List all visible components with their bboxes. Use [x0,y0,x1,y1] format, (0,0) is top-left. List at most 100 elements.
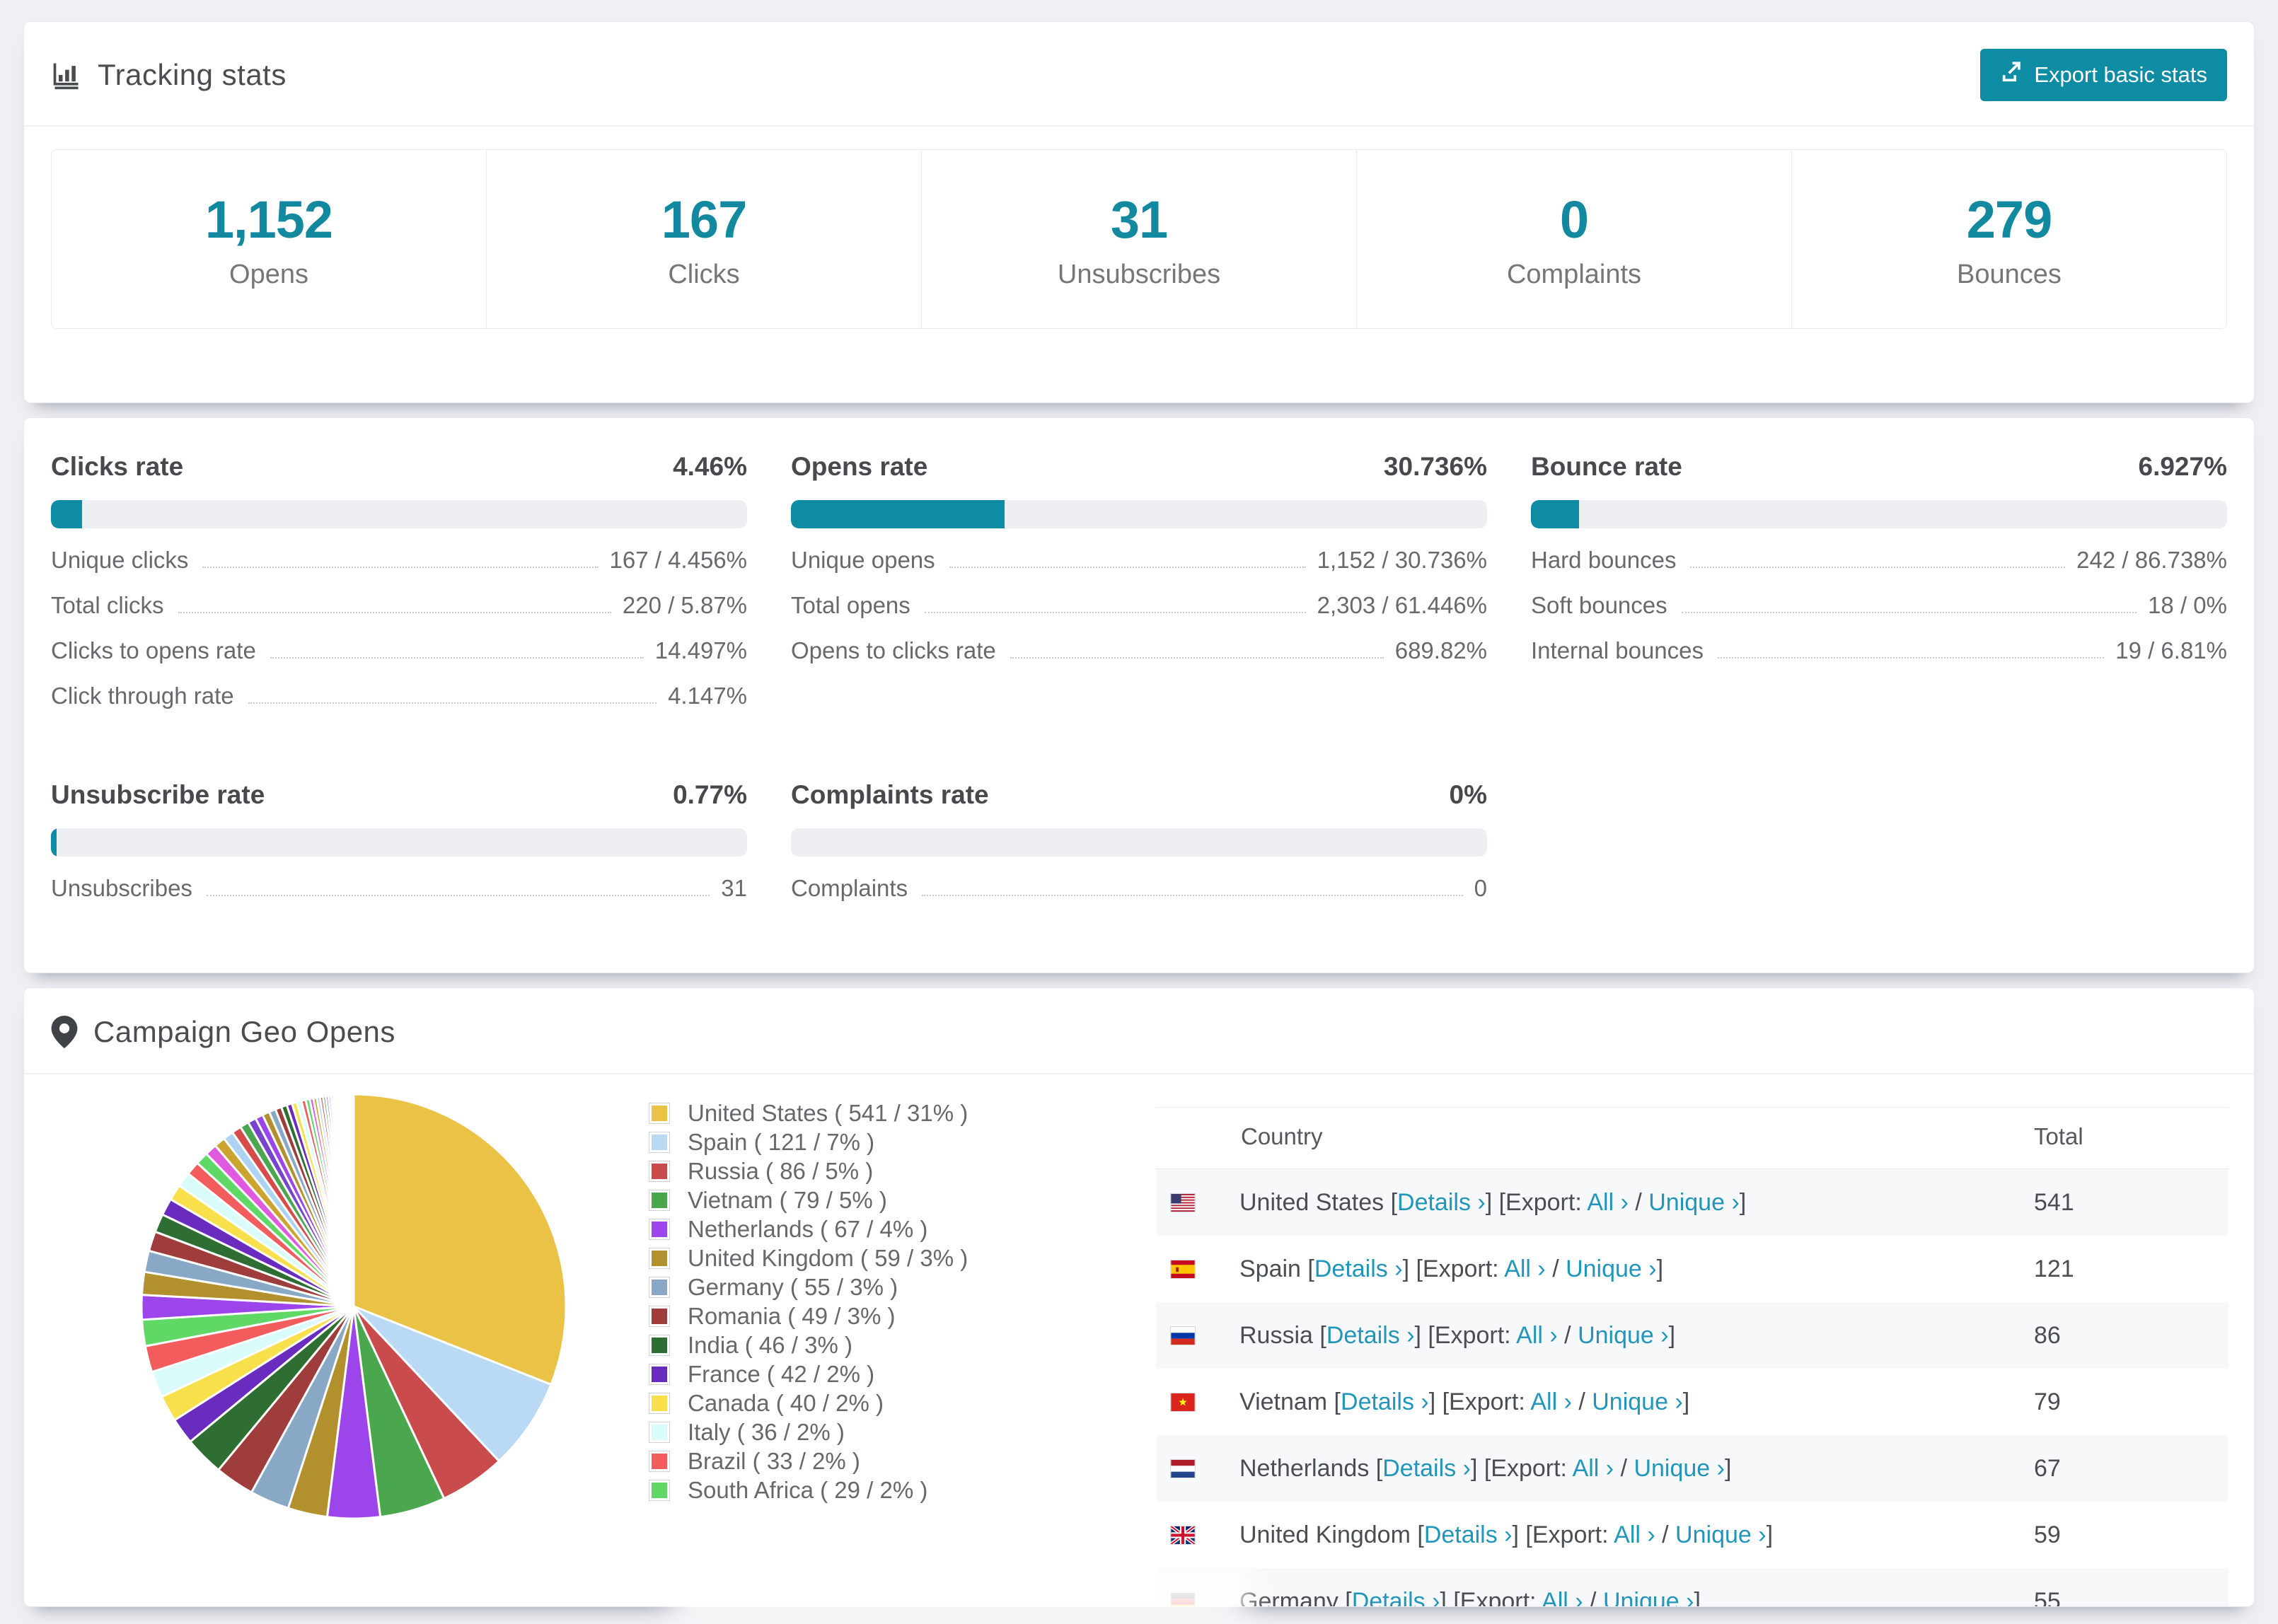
total-cell: 541 [2034,1188,2074,1216]
total-column-header: Total [2034,1108,2228,1169]
rate-stat-row: Unique opens 1,152 / 30.736% [791,547,1487,574]
details-link[interactable]: Details › [1424,1521,1513,1548]
tracking-stats-header: Tracking stats Export basic stats [24,22,2254,127]
rates-grid: Clicks rate 4.46% Unique clicks 167 / 4.456… [24,418,2254,973]
rate-stat-label: Unique clicks [51,547,189,573]
export-all-link[interactable]: All › [1542,1588,1583,1607]
details-link[interactable]: Details › [1397,1189,1486,1216]
export-unique-link[interactable]: Unique › [1566,1255,1657,1282]
export-unique-link[interactable]: Unique › [1592,1388,1683,1415]
country-cell-wrap: Russia [Details ›] [Export: All › / Uniq… [1156,1302,2034,1369]
legend-label: Brazil ( 33 / 2% ) [688,1447,860,1474]
rate-stat-label: Clicks to opens rate [51,637,256,663]
rate-stat-row: Total opens 2,303 / 61.446% [791,592,1487,619]
geo-pie-chart [134,1087,573,1529]
pie-slice-small[interactable] [352,1093,355,1307]
rate-stat-value: 31 [721,875,747,901]
legend-item: Brazil ( 33 / 2% ) [649,1446,968,1475]
legend-item: Canada ( 40 / 2% ) [649,1388,968,1417]
progress-bar-track [791,500,1487,528]
export-unique-link[interactable]: Unique › [1578,1322,1669,1349]
rate-stat-value: 4.147% [668,683,747,709]
map-pin-icon [51,1016,78,1048]
rate-stat-row: Total clicks 220 / 5.87% [51,592,747,619]
geo-table: Country Total United States [Details ›] … [1156,1108,2228,1606]
geo-legend: United States ( 541 / 31% ) Spain ( 121 /… [649,1098,968,1504]
export-basic-stats-button[interactable]: Export basic stats [1980,49,2227,101]
tracking-stat-box: 279 Bounces [1792,150,2226,328]
export-all-link[interactable]: All › [1587,1189,1629,1216]
dotted-leader [922,895,1463,896]
country-name-and-links: Russia [Details ›] [Export: All › / Uniq… [1239,1321,1676,1349]
export-all-link[interactable]: All › [1530,1388,1572,1415]
rate-stat-row: Internal bounces 19 / 6.81% [1531,637,2227,664]
table-row-nl: Netherlands [Details ›] [Export: All › /… [1156,1435,2228,1502]
stat-label: Bounces [1957,260,2062,289]
export-unique-link[interactable]: Unique › [1675,1521,1767,1548]
export-unique-link[interactable]: Unique › [1603,1588,1694,1607]
country-name-and-links: United States [Details ›] [Export: All ›… [1239,1188,1747,1216]
legend-swatch [649,1131,670,1153]
tracking-stats-card: Tracking stats Export basic stats 1,152 O… [23,21,2255,403]
export-all-link[interactable]: All › [1504,1255,1546,1282]
country-cell: Vietnam [Details ›] [Export: All › / Uni… [1156,1369,2034,1435]
country-flag-us [1170,1193,1196,1212]
rate-stat-label: Total opens [791,592,910,618]
country-flag-ru [1170,1326,1196,1345]
country-cell-wrap: United States [Details ›] [Export: All ›… [1156,1169,2034,1236]
legend-swatch [649,1450,670,1472]
details-link[interactable]: Details › [1352,1588,1440,1607]
rate-value: 6.927% [2138,452,2228,481]
country-column-header: Country [1156,1108,2034,1169]
rate-stat-value: 242 / 86.738% [2076,547,2227,573]
legend-label: Italy ( 36 / 2% ) [688,1418,845,1445]
rate-stat-label: Total clicks [51,592,164,618]
rate-stat-value: 167 / 4.456% [609,547,748,573]
export-all-link[interactable]: All › [1516,1322,1558,1349]
export-all-link[interactable]: All › [1614,1521,1655,1548]
country-cell: United States [Details ›] [Export: All ›… [1156,1169,2034,1236]
rate-block-header: Opens rate 30.736% [791,452,1487,482]
rate-stat-value: 1,152 / 30.736% [1317,547,1487,573]
tracking-stat-box: 0 Complaints [1357,150,1792,328]
details-link[interactable]: Details › [1314,1255,1403,1282]
rate-stat-label: Hard bounces [1531,547,1677,573]
stat-label: Complaints [1506,260,1642,289]
legend-swatch [649,1189,670,1211]
geo-header: Campaign Geo Opens [24,988,2254,1074]
legend-item: Vietnam ( 79 / 5% ) [649,1185,968,1214]
legend-label: Vietnam ( 79 / 5% ) [688,1186,887,1213]
stat-value: 279 [1966,190,2052,249]
rate-block-header: Clicks rate 4.46% [51,452,747,482]
table-row-ru: Russia [Details ›] [Export: All › / Uniq… [1156,1302,2228,1369]
dashboard-page: Tracking stats Export basic stats 1,152 O… [0,0,2278,1621]
export-all-link[interactable]: All › [1573,1455,1614,1482]
export-unique-link[interactable]: Unique › [1648,1189,1740,1216]
dotted-leader [924,612,1306,613]
rate-stat-label: Unique opens [791,547,935,573]
details-link[interactable]: Details › [1382,1455,1471,1482]
progress-bar-track [51,500,747,528]
stat-value: 31 [1110,190,1168,249]
legend-item: Germany ( 55 / 3% ) [649,1272,968,1301]
country-name-and-links: Vietnam [Details ›] [Export: All › / Uni… [1239,1388,1690,1415]
export-unique-link[interactable]: Unique › [1634,1455,1725,1482]
rate-stat-value: 2,303 / 61.446% [1317,592,1487,618]
bar-chart-icon [51,59,82,91]
progress-bar-track [1531,500,2227,528]
rate-value: 4.46% [673,452,747,481]
legend-swatch [649,1247,670,1269]
rate-stat-label: Soft bounces [1531,592,1667,618]
dotted-leader [1690,567,2066,568]
country-cell-wrap: Spain [Details ›] [Export: All › / Uniqu… [1156,1236,2034,1302]
details-link[interactable]: Details › [1341,1388,1429,1415]
rate-stat-value: 0 [1474,875,1487,901]
rate-value: 0% [1449,780,1487,809]
legend-item: United States ( 541 / 31% ) [649,1098,968,1127]
rate-stat-value: 18 / 0% [2148,592,2227,618]
country-cell-wrap: Germany [Details ›] [Export: All › / Uni… [1156,1568,2034,1606]
details-link[interactable]: Details › [1326,1322,1415,1349]
rate-title: Clicks rate [51,452,184,481]
country-cell: Netherlands [Details ›] [Export: All › /… [1156,1435,2034,1502]
rate-stat-label: Unsubscribes [51,875,192,901]
